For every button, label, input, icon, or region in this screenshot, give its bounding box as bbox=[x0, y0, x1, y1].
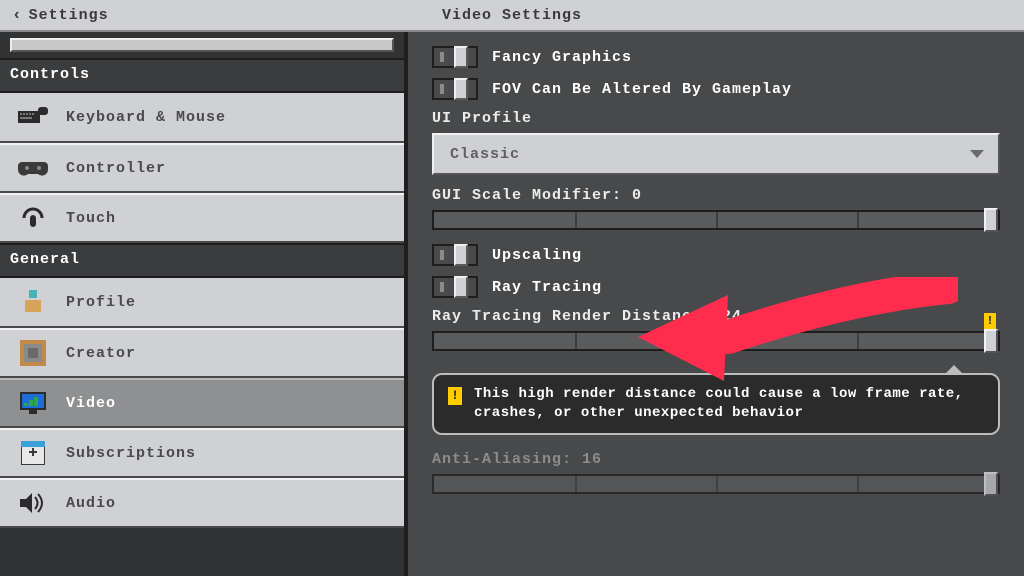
warning-text: This high render distance could cause a … bbox=[474, 385, 984, 423]
toggle-label: Fancy Graphics bbox=[492, 49, 632, 66]
ui-profile-label: UI Profile bbox=[432, 110, 1000, 127]
toggle-label: Upscaling bbox=[492, 247, 582, 264]
settings-panel: Fancy Graphics FOV Can Be Altered By Gam… bbox=[408, 32, 1024, 576]
toggle-switch[interactable] bbox=[432, 276, 478, 298]
page-title: Video Settings bbox=[442, 7, 582, 24]
toggle-fancy-graphics[interactable]: Fancy Graphics bbox=[432, 46, 1000, 68]
sidebar-item-profile[interactable]: Profile bbox=[0, 278, 404, 328]
anti-aliasing-slider[interactable] bbox=[432, 474, 1000, 494]
scrollbar-cap[interactable] bbox=[10, 38, 394, 52]
sidebar-item-controller[interactable]: Controller bbox=[0, 143, 404, 193]
slider-handle[interactable] bbox=[984, 208, 998, 232]
sidebar-item-video[interactable]: Video bbox=[0, 378, 404, 428]
sidebar-item-label: Touch bbox=[66, 210, 116, 227]
main-area: Controls Keyboard & Mouse Controller Tou… bbox=[0, 32, 1024, 576]
subscriptions-icon bbox=[18, 440, 48, 466]
back-label: Settings bbox=[29, 7, 109, 24]
sidebar-item-label: Profile bbox=[66, 294, 136, 311]
rt-render-distance-slider[interactable]: ! bbox=[432, 331, 1000, 351]
rt-render-distance-label: Ray Tracing Render Distance: 24 chunks bbox=[432, 308, 1000, 325]
gui-scale-slider[interactable] bbox=[432, 210, 1000, 230]
keyboard-icon bbox=[18, 104, 48, 130]
toggle-ray-tracing[interactable]: Ray Tracing bbox=[432, 276, 1000, 298]
creator-icon bbox=[18, 340, 48, 366]
anti-aliasing-label: Anti-Aliasing: 16 bbox=[432, 451, 1000, 468]
sidebar-item-label: Controller bbox=[66, 160, 166, 177]
warning-icon: ! bbox=[448, 387, 462, 405]
toggle-label: Ray Tracing bbox=[492, 279, 602, 296]
back-button[interactable]: ‹ Settings bbox=[0, 6, 121, 24]
title-bar: ‹ Settings Video Settings bbox=[0, 0, 1024, 32]
toggle-fov-gameplay[interactable]: FOV Can Be Altered By Gameplay bbox=[432, 78, 1000, 100]
audio-icon bbox=[18, 490, 48, 516]
sidebar-item-audio[interactable]: Audio bbox=[0, 478, 404, 528]
sidebar-item-label: Video bbox=[66, 395, 116, 412]
chevron-left-icon: ‹ bbox=[12, 6, 23, 24]
ui-profile-dropdown[interactable]: Classic bbox=[432, 133, 1000, 175]
toggle-switch[interactable] bbox=[432, 244, 478, 266]
warning-icon: ! bbox=[984, 313, 996, 329]
sidebar: Controls Keyboard & Mouse Controller Tou… bbox=[0, 32, 408, 576]
touch-icon bbox=[18, 205, 48, 231]
warning-tooltip: ! This high render distance could cause … bbox=[432, 373, 1000, 435]
toggle-switch[interactable] bbox=[432, 46, 478, 68]
sidebar-item-label: Audio bbox=[66, 495, 116, 512]
sidebar-item-subscriptions[interactable]: Subscriptions bbox=[0, 428, 404, 478]
profile-icon bbox=[18, 289, 48, 315]
slider-handle[interactable] bbox=[984, 329, 998, 353]
chevron-down-icon bbox=[970, 150, 984, 158]
toggle-label: FOV Can Be Altered By Gameplay bbox=[492, 81, 792, 98]
video-icon bbox=[18, 390, 48, 416]
sidebar-item-keyboard[interactable]: Keyboard & Mouse bbox=[0, 93, 404, 143]
sidebar-item-label: Creator bbox=[66, 345, 136, 362]
sidebar-item-touch[interactable]: Touch bbox=[0, 193, 404, 243]
sidebar-item-label: Keyboard & Mouse bbox=[66, 109, 226, 126]
toggle-upscaling[interactable]: Upscaling bbox=[432, 244, 1000, 266]
toggle-switch[interactable] bbox=[432, 78, 478, 100]
sidebar-item-label: Subscriptions bbox=[66, 445, 196, 462]
dropdown-value: Classic bbox=[450, 146, 520, 163]
section-header-general: General bbox=[0, 243, 404, 278]
section-header-controls: Controls bbox=[0, 58, 404, 93]
gui-scale-label: GUI Scale Modifier: 0 bbox=[432, 187, 1000, 204]
sidebar-item-creator[interactable]: Creator bbox=[0, 328, 404, 378]
controller-icon bbox=[18, 155, 48, 181]
slider-handle[interactable] bbox=[984, 472, 998, 496]
